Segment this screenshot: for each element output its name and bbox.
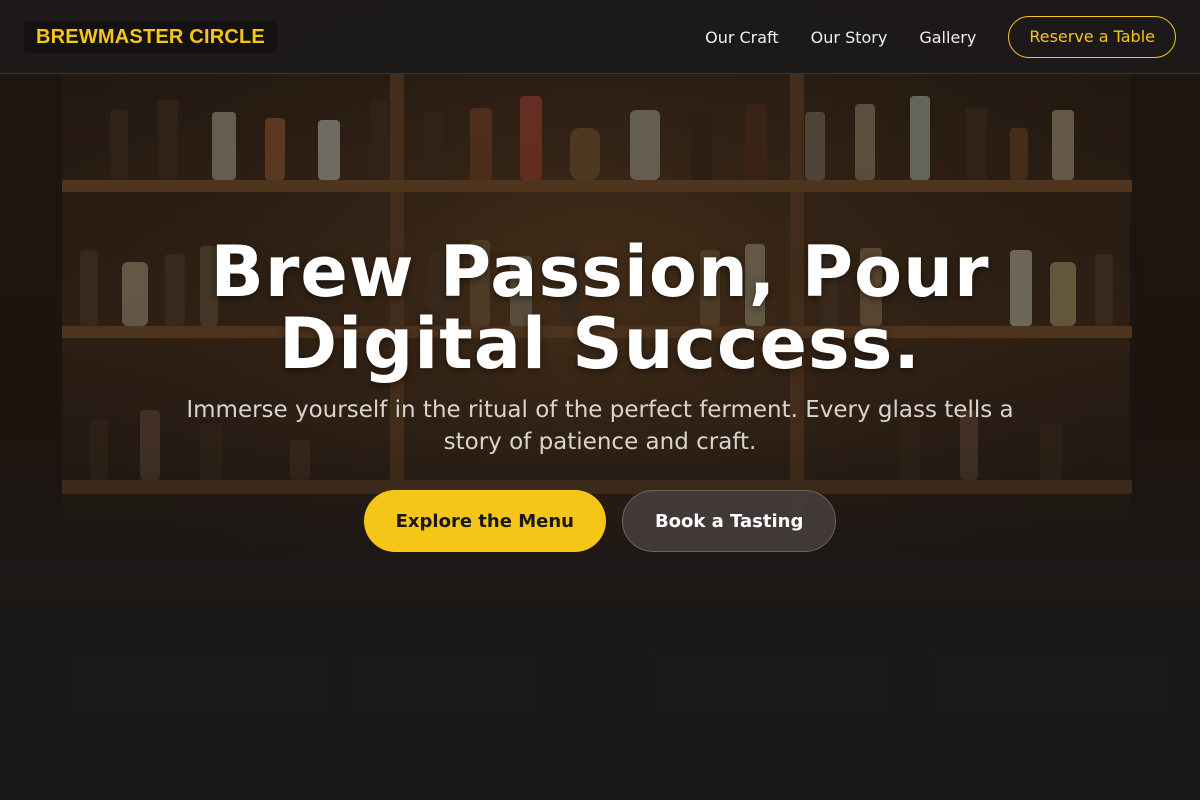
brand-logo[interactable]: BREWMASTER CIRCLE xyxy=(24,21,277,53)
nav-links: Our Craft Our Story Gallery Reserve a Ta… xyxy=(705,16,1176,58)
hero-title: Brew Passion, Pour Digital Success. xyxy=(210,231,990,385)
hero-section: Brew Passion, Pour Digital Success. Imme… xyxy=(0,236,1200,552)
nav-link-our-craft[interactable]: Our Craft xyxy=(705,28,779,47)
reserve-table-button[interactable]: Reserve a Table xyxy=(1008,16,1176,58)
nav-link-our-story[interactable]: Our Story xyxy=(811,28,888,47)
nav-link-gallery[interactable]: Gallery xyxy=(919,28,976,47)
book-tasting-button[interactable]: Book a Tasting xyxy=(621,490,837,552)
navbar: BREWMASTER CIRCLE Our Craft Our Story Ga… xyxy=(0,0,1200,74)
explore-menu-button[interactable]: Explore the Menu xyxy=(363,490,606,552)
hero-subtitle: Immerse yourself in the ritual of the pe… xyxy=(186,397,1014,455)
hero-actions: Explore the Menu Book a Tasting xyxy=(0,490,1200,552)
page: BREWMASTER CIRCLE Our Craft Our Story Ga… xyxy=(0,0,1200,800)
